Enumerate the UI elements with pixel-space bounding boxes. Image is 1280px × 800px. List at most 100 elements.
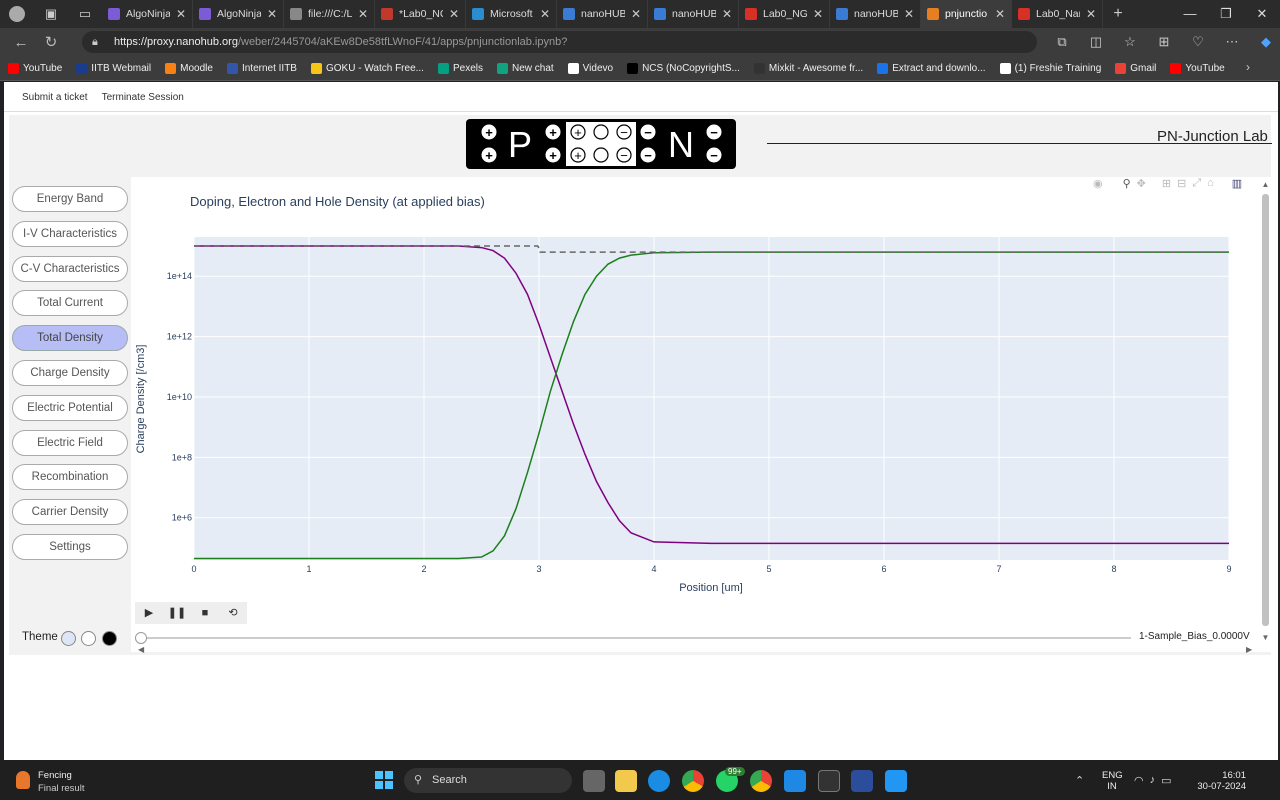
sidebar-button-total-density[interactable]: Total Density [12,325,128,352]
zoom-out-icon[interactable]: ⊟ [1177,177,1186,190]
pan-icon[interactable]: ✥ [1137,177,1146,190]
bias-slider-track[interactable] [141,637,1131,639]
bookmark-item[interactable]: Gmail [1115,62,1156,74]
autoscale-icon[interactable]: ⤢ [1192,177,1201,190]
browser-essentials-icon[interactable]: ♡ [1181,34,1215,50]
browser-tab[interactable]: nanoHUB ✕ [557,0,648,28]
sidebar-button-electric-potential[interactable]: Electric Potential [12,394,128,421]
theme-dark-option[interactable] [102,631,117,646]
bookmark-item[interactable]: Pexels [437,62,483,74]
close-window-button[interactable]: ✕ [1244,0,1280,28]
scroll-down-icon[interactable]: ▼ [1261,633,1270,642]
chevron-up-icon[interactable]: ⌃ [1075,774,1084,787]
pause-button[interactable]: ❚❚ [163,602,191,624]
back-button[interactable]: ← [6,34,36,51]
system-tray[interactable]: ◠ ♪ ▭ [1134,774,1172,787]
play-button[interactable]: ▶ [135,602,163,624]
bookmark-item[interactable]: Internet IITB [226,62,297,74]
new-tab-button[interactable]: + [1103,5,1133,23]
plotly-logo-icon[interactable]: ▥ [1232,177,1242,190]
sidebar-button-carrier-density[interactable]: Carrier Density [12,499,128,526]
sidebar-button-electric-field[interactable]: Electric Field [12,429,128,456]
close-tab-icon[interactable]: ✕ [904,7,914,21]
close-tab-icon[interactable]: ✕ [449,7,459,21]
zoom-icon[interactable]: ⚲ [1123,177,1131,190]
bookmark-item[interactable]: Mixkit - Awesome fr... [753,62,863,74]
zoom-in-icon[interactable]: ⊞ [1162,177,1171,190]
bookmark-item[interactable]: IITB Webmail [76,62,151,74]
close-tab-icon[interactable]: ✕ [176,7,186,21]
weather-title[interactable]: Fencing [38,770,72,781]
browser-tab[interactable]: Lab0_NGS ✕ [739,0,830,28]
windows-start-icon[interactable] [375,771,393,789]
submit-ticket-link[interactable]: Submit a ticket [22,92,88,103]
bookmark-item[interactable]: YouTube [1170,62,1225,74]
collections-icon[interactable]: ⊞ [1147,34,1181,50]
maximize-button[interactable]: ❐ [1208,0,1244,28]
taskbar-search[interactable]: ⚲ Search [404,768,572,793]
minimize-button[interactable]: — [1172,0,1208,28]
sidebar-button-settings[interactable]: Settings [12,534,128,560]
sidebar-button-c-v-characteristics[interactable]: C-V Characteristics [12,255,128,282]
notepad-icon[interactable] [784,770,806,792]
bookmarks-more-icon[interactable]: › [1246,60,1250,74]
workspaces-icon[interactable]: ▣ [34,6,68,22]
clock[interactable]: 16:01 30-07-2024 [1196,770,1246,792]
extensions-icon[interactable]: ⧉ [1045,34,1079,50]
bookmark-item[interactable]: (1) Freshie Training [999,62,1101,74]
close-tab-icon[interactable]: ✕ [540,7,550,21]
close-tab-icon[interactable]: ✕ [722,7,732,21]
sidebar-button-recombination[interactable]: Recombination [12,464,128,491]
weather-icon[interactable] [16,771,30,789]
bookmark-item[interactable]: New chat [496,62,554,74]
sidebar-button-charge-density[interactable]: Charge Density [12,360,128,386]
close-tab-icon[interactable]: ✕ [267,7,277,21]
hscroll-right-icon[interactable]: ▶ [1246,645,1252,654]
hscroll-left-icon[interactable]: ◀ [138,645,144,654]
loop-button[interactable]: ⟲ [219,602,247,624]
favorites-icon[interactable]: ☆ [1113,34,1147,50]
close-tab-icon[interactable]: ✕ [358,7,368,21]
sidebar-button-i-v-characteristics[interactable]: I-V Characteristics [12,220,128,247]
browser-tab[interactable]: file:///C:/L ✕ [284,0,375,28]
theme-light-blue-option[interactable] [61,631,76,646]
split-screen-icon[interactable]: ◫ [1079,34,1113,50]
chrome-profile-icon[interactable] [750,770,772,792]
file-explorer-icon[interactable] [615,770,637,792]
paint-icon[interactable] [885,770,907,792]
close-tab-icon[interactable]: ✕ [995,7,1005,21]
sidebar-button-energy-band[interactable]: Energy Band [12,186,128,212]
browser-tab[interactable]: nanoHUB ✕ [648,0,739,28]
copilot-icon[interactable]: ◆ [1249,34,1280,50]
bookmark-item[interactable]: Videvo [567,62,613,74]
scroll-thumb[interactable] [1262,194,1269,626]
tab-actions-icon[interactable]: ▭ [68,6,102,22]
url-input[interactable]: 🔒︎ https://proxy.nanohub.org/weber/244570… [82,31,1037,53]
task-view-icon[interactable] [583,770,605,792]
terminal-icon[interactable] [818,770,840,792]
close-tab-icon[interactable]: ✕ [813,7,823,21]
plot-scrollbar[interactable]: ▲ ▼ [1261,180,1270,642]
browser-tab[interactable]: nanoHUB ✕ [830,0,921,28]
terminate-session-link[interactable]: Terminate Session [102,92,184,103]
profile-avatar[interactable] [0,0,34,28]
browser-tab[interactable]: *Lab0_NG ✕ [375,0,466,28]
browser-tab[interactable]: pnjunctio ✕ [921,0,1012,28]
bookmark-item[interactable]: Moodle [165,62,213,74]
lang-indicator[interactable]: ENG IN [1102,770,1123,792]
refresh-button[interactable]: ↻ [36,33,66,51]
scroll-up-icon[interactable]: ▲ [1261,180,1270,189]
browser-tab[interactable]: Lab0_Nan ✕ [1012,0,1103,28]
density-chart[interactable]: 0 1 2 3 4 5 6 7 8 9 1e+14 1e+12 1e+10 1e+8 1e+6 Dopin… [131,177,1271,597]
stop-button[interactable]: ■ [191,602,219,624]
browser-tab[interactable]: Microsoft ✕ [466,0,557,28]
reset-axes-icon[interactable]: ⌂ [1207,177,1214,190]
browser-tab[interactable]: AlgoNinja ✕ [102,0,193,28]
bookmark-item[interactable]: GOKU - Watch Free... [310,62,424,74]
more-menu-icon[interactable]: ⋯ [1215,34,1249,50]
sidebar-button-total-current[interactable]: Total Current [12,290,128,317]
browser-tab[interactable]: AlgoNinja ✕ [193,0,284,28]
theme-white-option[interactable] [81,631,96,646]
close-tab-icon[interactable]: ✕ [1086,7,1096,21]
app-icon[interactable] [851,770,873,792]
